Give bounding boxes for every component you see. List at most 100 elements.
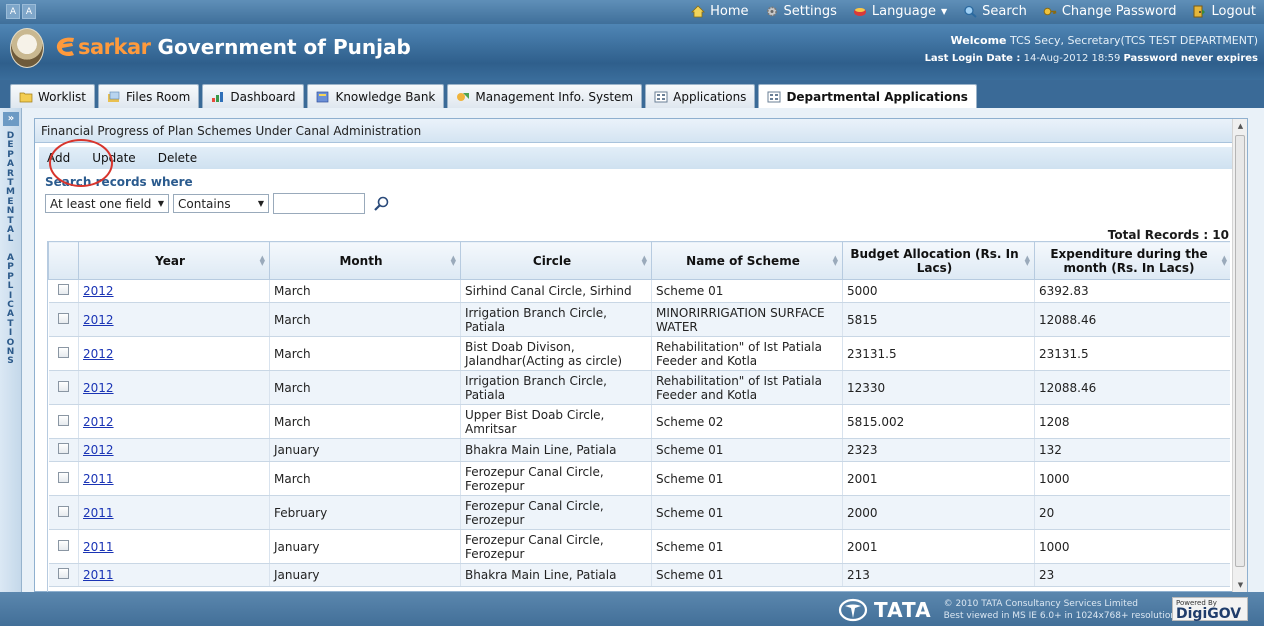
password-note: Password never expires — [1123, 53, 1259, 64]
scheme-cell: Scheme 02 — [651, 404, 843, 439]
year-link[interactable]: 2012 — [83, 381, 114, 395]
search-icon[interactable] — [373, 195, 391, 213]
top-nav: Home Settings Language ▼ Search Change P… — [691, 4, 1256, 19]
state-emblem-logo — [10, 28, 44, 68]
year-link[interactable]: 2011 — [83, 506, 114, 520]
column-header-scheme[interactable]: Name of Scheme ▲ ▼ — [651, 241, 843, 280]
esarkar-logo: sarkar Government of Punjab — [54, 34, 411, 60]
footer: TATA © 2010 TATA Consultancy Services Li… — [0, 592, 1264, 626]
settings-link[interactable]: Settings — [765, 4, 837, 19]
row-checkbox[interactable] — [57, 414, 69, 426]
row-checkbox[interactable] — [57, 312, 69, 324]
home-link[interactable]: Home — [691, 4, 749, 19]
row-checkbox[interactable] — [57, 505, 69, 517]
column-header-year[interactable]: Year ▲ ▼ — [78, 241, 270, 280]
scroll-down-icon[interactable]: ▼ — [1233, 578, 1248, 593]
sort-icon: ▲ ▼ — [641, 254, 647, 267]
folder-icon — [19, 92, 33, 102]
search-input[interactable] — [273, 193, 365, 214]
column-header-expenditure[interactable]: Expenditure during the month (Rs. In Lac… — [1034, 241, 1230, 280]
tata-logo-icon — [838, 598, 868, 622]
year-link[interactable]: 2012 — [83, 347, 114, 361]
expenditure-cell: 1000 — [1034, 529, 1230, 564]
font-decrease-button[interactable]: A — [6, 4, 20, 19]
scheme-cell: Scheme 01 — [651, 279, 843, 303]
expenditure-cell: 12088.46 — [1034, 370, 1230, 405]
sidebar-expand-button[interactable]: » — [3, 112, 19, 126]
circle-cell: Ferozepur Canal Circle, Ferozepur — [460, 461, 652, 496]
total-records: Total Records : 10 — [1107, 228, 1229, 242]
budget-cell: 2323 — [842, 438, 1035, 462]
esarkar-e-mark-icon — [56, 37, 74, 57]
tab-worklist[interactable]: Worklist — [10, 84, 96, 108]
budget-cell: 5815 — [842, 302, 1035, 337]
digigov-badge: Powered By DigiGOV — [1172, 597, 1248, 621]
tab-files-room[interactable]: Files Room — [98, 84, 200, 108]
search-icon — [964, 5, 977, 18]
change-password-link[interactable]: Change Password — [1043, 4, 1176, 19]
gear-icon — [766, 6, 777, 17]
chevron-down-icon: ▼ — [157, 199, 164, 208]
year-link[interactable]: 2012 — [83, 284, 114, 298]
expenditure-cell: 12088.46 — [1034, 302, 1230, 337]
row-checkbox[interactable] — [57, 380, 69, 392]
month-cell: January — [269, 529, 461, 564]
year-link[interactable]: 2011 — [83, 540, 114, 554]
tab-knowledge-bank[interactable]: Knowledge Bank — [307, 84, 445, 108]
copyright-text: © 2010 TATA Consultancy Services Limited — [943, 599, 1138, 609]
tata-branding: TATA © 2010 TATA Consultancy Services Li… — [838, 598, 1176, 622]
table-row: 2011 March Ferozepur Canal Circle, Feroz… — [48, 461, 1230, 496]
circle-cell: Irrigation Branch Circle, Patiala — [460, 370, 652, 405]
language-menu[interactable]: Language ▼ — [853, 4, 947, 19]
tab-dashboard[interactable]: Dashboard — [202, 84, 305, 108]
column-header-circle[interactable]: Circle ▲ ▼ — [460, 241, 652, 280]
month-cell: March — [269, 302, 461, 337]
year-link[interactable]: 2012 — [83, 313, 114, 327]
tab-management-info-system[interactable]: Management Info. System — [447, 84, 643, 108]
table-row: 2011 January Ferozepur Canal Circle, Fer… — [48, 529, 1230, 564]
column-header-budget[interactable]: Budget Allocation (Rs. In Lacs) ▲ ▼ — [842, 241, 1035, 280]
digigov-logo-text: DigiGOV — [1176, 606, 1242, 622]
scheme-cell: Rehabilitation" of Ist Patiala Feeder an… — [651, 336, 843, 371]
month-cell: March — [269, 336, 461, 371]
main-area: Financial Progress of Plan Schemes Under… — [22, 108, 1264, 593]
tab-applications[interactable]: Applications — [645, 84, 756, 108]
mis-icon — [457, 92, 470, 101]
scrollbar-thumb[interactable] — [1235, 135, 1245, 567]
column-header-month[interactable]: Month ▲ ▼ — [269, 241, 461, 280]
tab-departmental-applications[interactable]: Departmental Applications — [758, 84, 977, 108]
font-increase-button[interactable]: A — [22, 4, 36, 19]
table-row: 2012 January Bhakra Main Line, Patiala S… — [48, 438, 1230, 462]
budget-cell: 23131.5 — [842, 336, 1035, 371]
operator-select[interactable]: Contains ▼ — [173, 194, 269, 213]
vertical-scrollbar[interactable]: ▲ ▼ — [1232, 119, 1247, 593]
home-icon — [691, 5, 706, 18]
row-checkbox[interactable] — [57, 471, 69, 483]
scroll-up-icon[interactable]: ▲ — [1233, 119, 1248, 134]
sort-icon: ▲ ▼ — [450, 254, 456, 267]
year-link[interactable]: 2011 — [83, 568, 114, 582]
row-checkbox[interactable] — [57, 539, 69, 551]
row-checkbox[interactable] — [57, 284, 69, 295]
delete-button[interactable]: Delete — [158, 151, 197, 165]
app-icon — [654, 91, 668, 102]
panel-title: Financial Progress of Plan Schemes Under… — [35, 119, 1247, 143]
row-checkbox[interactable] — [57, 346, 69, 358]
table-row: 2012 March Irrigation Branch Circle, Pat… — [48, 370, 1230, 405]
circle-cell: Upper Bist Doab Circle, Amritsar — [460, 404, 652, 439]
scheme-cell: Scheme 01 — [651, 495, 843, 530]
row-checkbox[interactable] — [57, 568, 69, 579]
year-link[interactable]: 2012 — [83, 443, 114, 457]
table-row: 2012 March Upper Bist Doab Circle, Amrit… — [48, 404, 1230, 439]
row-checkbox[interactable] — [57, 443, 69, 454]
last-login-label: Last Login Date : — [924, 53, 1021, 64]
field-select[interactable]: At least one field ▼ — [45, 194, 169, 213]
departmental-applications-sidebar: » DEPARTMENTAL APPLICATIONS — [0, 108, 22, 592]
expenditure-cell: 132 — [1034, 438, 1230, 462]
year-link[interactable]: 2011 — [83, 472, 114, 486]
logout-link[interactable]: Logout — [1192, 4, 1256, 19]
sidebar-vertical-label: DEPARTMENTAL APPLICATIONS — [6, 131, 15, 367]
year-link[interactable]: 2012 — [83, 415, 114, 429]
search-link[interactable]: Search — [963, 4, 1027, 19]
budget-cell: 213 — [842, 563, 1035, 587]
